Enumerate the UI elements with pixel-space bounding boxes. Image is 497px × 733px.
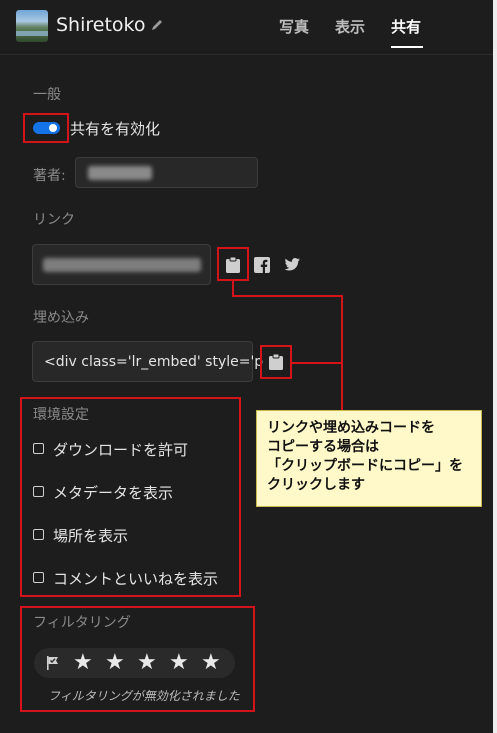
annotation-box-copy-embed [260, 345, 292, 379]
tab-view[interactable]: 表示 [335, 16, 365, 37]
window-edge [493, 0, 497, 733]
star-rating-4[interactable]: ★ [169, 650, 189, 675]
filtering-disabled-note: フィルタリングが無効化されました [48, 689, 240, 703]
redacted-author [88, 166, 152, 180]
callout-line: リンクや埋め込みコードを [267, 420, 435, 436]
redacted-link [43, 258, 201, 272]
embed-section-label: 埋め込み [33, 310, 89, 326]
checkbox-show-location[interactable] [33, 529, 44, 540]
facebook-icon[interactable] [254, 257, 270, 273]
show-location-label: 場所を表示 [53, 527, 129, 545]
star-rating-2[interactable]: ★ [105, 650, 125, 675]
link-section-label: リンク [33, 212, 75, 228]
author-label: 著者: [33, 168, 66, 184]
annotation-callout: リンクや埋め込みコードを コピーする場合は 「クリップボードにコピー」を クリッ… [256, 410, 482, 507]
tab-photos[interactable]: 写真 [279, 16, 309, 37]
star-rating-3[interactable]: ★ [137, 650, 157, 675]
callout-line: コピーする場合は [267, 439, 379, 455]
allow-download-label: ダウンロードを許可 [53, 441, 189, 459]
checkbox-allow-download[interactable] [33, 443, 44, 454]
callout-line: クリックします [267, 477, 365, 493]
show-metadata-label: メタデータを表示 [53, 484, 174, 502]
settings-section-label: 環境設定 [33, 407, 89, 423]
annotation-line [341, 295, 343, 411]
twitter-icon[interactable] [283, 257, 301, 273]
annotation-line [232, 295, 343, 297]
annotation-line [232, 281, 234, 296]
star-rating-1[interactable]: ★ [73, 650, 93, 675]
flag-icon[interactable] [45, 655, 61, 671]
show-comments-likes-label: コメントといいねを表示 [53, 570, 219, 588]
general-section-label: 一般 [33, 87, 61, 103]
share-link-field[interactable] [32, 244, 211, 285]
active-tab-indicator [391, 46, 423, 48]
embed-code-text: <div class='lr_embed' style='p ... [44, 354, 281, 370]
header: Shiretoko 写真 表示 共有 [0, 0, 493, 55]
annotation-box-toggle [23, 113, 69, 143]
pencil-icon[interactable] [150, 18, 164, 32]
callout-line: 「クリップボードにコピー」を [267, 458, 463, 474]
tab-share[interactable]: 共有 [391, 16, 421, 37]
album-title: Shiretoko [56, 14, 146, 36]
album-thumbnail[interactable] [16, 10, 48, 42]
annotation-line [292, 362, 342, 364]
share-panel: Shiretoko 写真 表示 共有 一般 共有を有効化 著者: リンク 埋め込… [0, 0, 494, 733]
filtering-section-label: フィルタリング [33, 615, 131, 631]
checkbox-show-metadata[interactable] [33, 486, 44, 497]
enable-sharing-label: 共有を有効化 [70, 120, 161, 138]
author-field[interactable] [75, 157, 258, 188]
star-rating-5[interactable]: ★ [201, 650, 221, 675]
annotation-box-copy-link [217, 247, 249, 281]
checkbox-show-comments-likes[interactable] [33, 572, 44, 583]
